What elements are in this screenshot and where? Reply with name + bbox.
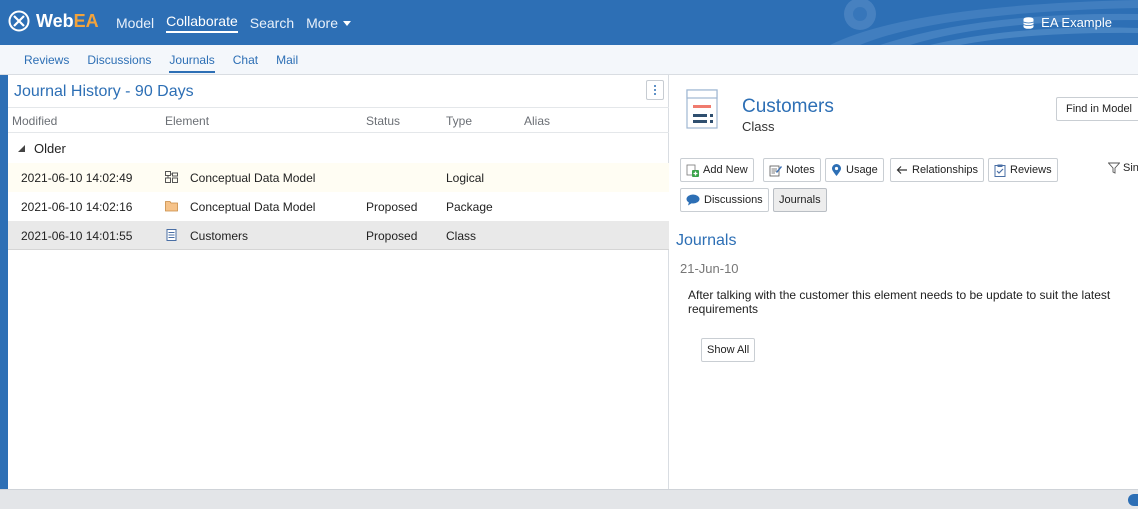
collaborate-subtabs: Reviews Discussions Journals Chat Mail [0,45,1138,75]
row-type: Class [446,229,477,243]
usage-button[interactable]: Usage [825,158,884,182]
find-in-model-button[interactable]: Find in Model [1056,97,1138,121]
status-bar [0,489,1138,509]
webea-logo[interactable]: Web EA [8,10,99,32]
add-new-label: Add New [703,164,748,176]
usage-label: Usage [846,164,878,176]
webea-logo-icon [8,10,30,32]
brand-web-text: Web [36,10,74,31]
nav-search[interactable]: Search [250,15,294,31]
package-folder-icon [165,201,178,212]
database-icon [1023,16,1034,29]
nav-more-label: More [306,14,339,31]
journals-label: Journals [779,194,821,206]
row-element: Conceptual Data Model [190,200,316,214]
journal-entry-text: After talking with the customer this ele… [688,288,1111,316]
relationships-label: Relationships [912,164,979,176]
row-status: Proposed [366,200,418,214]
location-pin-icon [832,163,841,176]
logical-diagram-icon [165,171,178,183]
tab-mail[interactable]: Mail [276,53,298,67]
discussions-label: Discussions [704,194,763,206]
journals-button[interactable]: Journals [773,188,827,212]
relationships-button[interactable]: Relationships [890,158,985,182]
single-filter-toggle[interactable]: Single [1108,162,1138,174]
tab-journals[interactable]: Journals [169,53,215,73]
row-modified: 2021-06-10 14:02:16 [21,200,133,214]
arrow-left-icon [896,166,907,174]
nav-model[interactable]: Model [116,15,154,31]
row-status: Proposed [366,229,418,243]
table-row[interactable]: 2021-06-10 14:02:49 Conceptual Data Mode… [8,163,669,192]
single-label: Single [1123,162,1138,174]
row-modified: 2021-06-10 14:01:55 [21,229,133,243]
table-row-selected[interactable]: 2021-06-10 14:01:55 Customers Proposed C… [8,221,669,250]
collapse-triangle-icon [18,145,25,152]
row-element: Conceptual Data Model [190,171,316,185]
row-modified: 2021-06-10 14:02:49 [21,171,133,185]
chevron-down-icon [343,21,352,27]
reviews-label: Reviews [1010,164,1052,176]
group-label: Older [34,141,66,156]
table-header: Modified Element Status Type Alias [8,107,669,133]
filter-funnel-icon [1108,162,1120,174]
column-modified[interactable]: Modified [12,114,57,128]
element-type: Class [742,119,775,134]
chat-bubble-icon [686,194,700,206]
row-type: Logical [446,171,485,185]
column-status[interactable]: Status [366,114,400,128]
tab-chat[interactable]: Chat [233,53,258,67]
column-element[interactable]: Element [165,114,209,128]
review-clipboard-icon [994,164,1006,177]
nav-more[interactable]: More [306,14,352,31]
column-type[interactable]: Type [446,114,472,128]
add-new-button[interactable]: Add New [680,158,754,182]
top-bar: Web EA Model Collaborate Search More EA E… [0,0,1138,45]
status-indicator-icon[interactable] [1128,494,1138,506]
model-name: EA Example [1041,15,1112,30]
journal-list-panel: Journal History - 90 Days Modified Eleme… [8,75,669,489]
class-element-icon [686,89,718,129]
row-element: Customers [190,229,249,243]
brand-ea-text: EA [73,10,99,31]
add-new-icon [686,164,699,177]
class-icon [166,229,177,241]
panel-title: Journal History - 90 Days [14,83,194,100]
notes-icon [769,165,782,176]
reviews-button[interactable]: Reviews [988,158,1058,182]
journals-section-title: Journals [676,232,737,249]
tab-reviews[interactable]: Reviews [24,53,69,67]
journal-date: 21-Jun-10 [680,261,739,276]
main-nav: Model Collaborate Search More [116,0,363,45]
more-options-button[interactable] [646,80,664,100]
notes-label: Notes [786,164,815,176]
notes-button[interactable]: Notes [763,158,821,182]
discussions-button[interactable]: Discussions [680,188,769,212]
tab-discussions[interactable]: Discussions [87,53,151,67]
model-selector[interactable]: EA Example [1023,15,1112,30]
show-all-button[interactable]: Show All [701,338,756,362]
left-accent-stripe [0,75,8,489]
element-details-panel: Customers Class Find in Model Add New No… [670,75,1138,489]
row-type: Package [446,200,493,214]
table-row[interactable]: 2021-06-10 14:02:16 Conceptual Data Mode… [8,192,669,221]
column-alias[interactable]: Alias [524,114,550,128]
nav-collaborate[interactable]: Collaborate [166,13,238,33]
element-name: Customers [742,96,834,117]
